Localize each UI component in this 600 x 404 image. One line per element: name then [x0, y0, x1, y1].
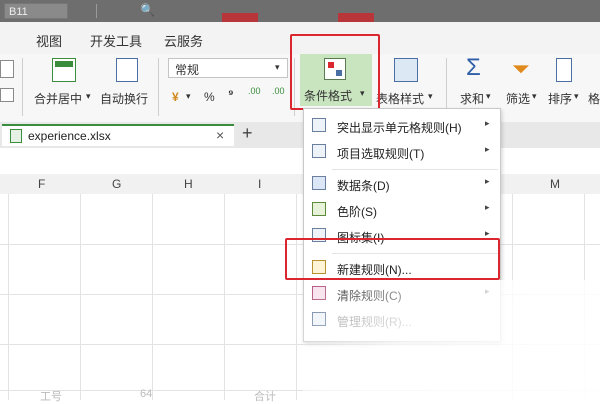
decrease-decimal-button[interactable]: .00: [272, 86, 285, 96]
sum-icon: Σ: [466, 54, 481, 81]
color-scales-icon: [312, 202, 326, 216]
menu-item-label: 色阶(S): [337, 205, 377, 219]
table-style-label: 表格样式: [376, 92, 425, 106]
currency-format-button[interactable]: ¥: [172, 90, 179, 104]
highlight-conditional-format: [290, 34, 380, 110]
function-icon[interactable]: 🔍: [140, 3, 155, 17]
chevron-down-icon: ▾: [574, 91, 579, 101]
percent-format-button[interactable]: %: [204, 90, 215, 104]
ribbon-divider: [22, 58, 23, 116]
ribbon-divider: [158, 58, 159, 116]
menu-item-data-bars[interactable]: 数据条(D) ▸: [304, 171, 498, 197]
chevron-right-icon: ▸: [485, 144, 490, 154]
highlight-new-rule: [285, 238, 500, 280]
grid-line: [0, 390, 600, 391]
menu-item-label: 项目选取规则(T): [337, 147, 425, 161]
chevron-down-icon: ▾: [428, 91, 433, 101]
chevron-down-icon: ▾: [486, 91, 491, 101]
formula-strip: [0, 148, 600, 175]
clear-rules-icon: [312, 286, 326, 300]
new-tab-button[interactable]: +: [242, 123, 253, 144]
conditional-format-menu: 突出显示单元格规则(H) ▸ 项目选取规则(T) ▸ 数据条(D) ▸ 色阶(S…: [303, 108, 501, 342]
data-bars-icon: [312, 176, 326, 190]
grid-line: [224, 194, 225, 400]
number-format-value: 常规: [175, 63, 200, 77]
chevron-right-icon: ▸: [485, 176, 490, 186]
grid-line: [8, 194, 9, 400]
grid-line: [0, 344, 600, 345]
menu-item-top-bottom-rules[interactable]: 项目选取规则(T) ▸: [304, 139, 498, 165]
table-style-icon: [394, 58, 418, 82]
menu-item-manage-rules[interactable]: 管理规则(R)...: [304, 307, 498, 333]
column-header-row: F G H I M: [0, 174, 600, 195]
cell-text: 64: [140, 388, 153, 400]
menu-item-label: 管理规则(R)...: [337, 315, 412, 329]
grid-line: [80, 194, 81, 400]
column-header-m[interactable]: M: [550, 177, 560, 191]
grid-line: [584, 194, 585, 400]
chevron-right-icon: ▸: [485, 202, 490, 212]
merge-center-label: 合并居中: [34, 92, 83, 106]
number-format-select[interactable]: 常规 ▾: [168, 58, 288, 78]
increase-decimal-button[interactable]: .00: [248, 86, 261, 96]
indent-icon[interactable]: [0, 88, 14, 102]
grid-line: [512, 194, 513, 400]
column-header-g[interactable]: G: [112, 177, 121, 191]
tab-developer-tools[interactable]: 开发工具: [90, 31, 142, 50]
menu-item-color-scales[interactable]: 色阶(S) ▸: [304, 197, 498, 223]
more-label[interactable]: 格: [588, 90, 600, 107]
sort-label: 排序: [548, 92, 573, 106]
chevron-down-icon: ▾: [86, 91, 91, 101]
sort-icon: [556, 58, 572, 82]
menu-item-highlight-rules[interactable]: 突出显示单元格规则(H) ▸: [304, 113, 498, 139]
chevron-down-icon: ▾: [186, 91, 191, 101]
chevron-down-icon: ▾: [275, 62, 280, 72]
grid-line: [0, 294, 600, 295]
chevron-right-icon: ▸: [485, 286, 490, 296]
top-bar-accent: [222, 13, 258, 22]
column-header-f[interactable]: F: [38, 177, 45, 191]
document-tab-bar: experience.xlsx × +: [0, 122, 600, 148]
file-tab-name: experience.xlsx: [28, 129, 111, 143]
cell-text: 工号: [40, 391, 62, 403]
menu-item-label: 数据条(D): [337, 179, 390, 193]
top-bar: B11 🔍: [0, 0, 600, 22]
tab-cloud-service[interactable]: 云服务: [164, 31, 203, 50]
name-box[interactable]: B11: [4, 3, 68, 19]
highlight-rules-icon: [312, 118, 326, 132]
column-header-i[interactable]: I: [258, 177, 261, 191]
wrap-text-label: 自动换行: [100, 92, 149, 106]
top-bar-accent-2: [338, 13, 374, 22]
column-header-h[interactable]: H: [184, 177, 193, 191]
chevron-down-icon: ▾: [532, 91, 537, 101]
chevron-right-icon: ▸: [485, 118, 490, 128]
menu-item-clear-rules[interactable]: 清除规则(C) ▸: [304, 281, 498, 307]
align-icon[interactable]: [0, 60, 14, 78]
grid-line: [152, 194, 153, 400]
manage-rules-icon: [312, 312, 326, 326]
tab-view[interactable]: 视图: [36, 31, 62, 50]
spreadsheet-file-icon: [10, 129, 22, 143]
grid-line: [296, 194, 297, 400]
thousands-separator-button[interactable]: ⁹: [228, 87, 234, 101]
merge-cells-icon: [52, 58, 76, 82]
filter-label: 筛选: [506, 92, 531, 106]
menu-item-label: 突出显示单元格规则(H): [337, 121, 462, 135]
menu-item-label: 清除规则(C): [337, 289, 402, 303]
filter-icon: ⏷: [512, 56, 530, 81]
wrap-text-icon: [116, 58, 138, 82]
spreadsheet-grid[interactable]: 工号 64 合计: [0, 194, 600, 403]
menu-separator: [332, 169, 498, 170]
top-bottom-rules-icon: [312, 144, 326, 158]
close-icon[interactable]: ×: [216, 127, 224, 143]
file-tab-experience[interactable]: experience.xlsx ×: [2, 124, 234, 146]
top-bar-divider: [96, 4, 97, 18]
sum-label: 求和: [460, 92, 485, 106]
cell-text: 合计: [254, 391, 276, 403]
